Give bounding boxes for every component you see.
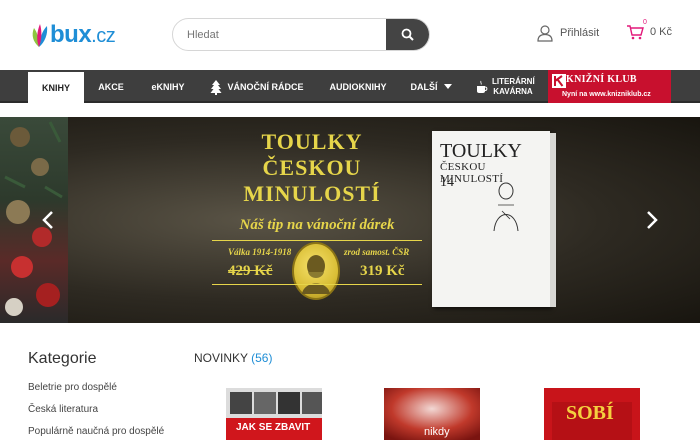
nav-item-label: DALŠÍ	[410, 81, 438, 92]
category-link[interactable]: Česká literatura	[28, 404, 98, 415]
book-cover-number: 14	[440, 175, 454, 190]
nav-item-label: AUDIOKNIHY	[329, 81, 387, 92]
category-link[interactable]: Beletrie pro dospělé	[28, 382, 117, 393]
nav-item-label: VÁNOČNÍ RÁDCE	[227, 81, 304, 92]
banner-tip: Náš tip na vánoční dárek	[239, 217, 395, 233]
nav-item-vanocni-radce[interactable]: VÁNOČNÍ RÁDCE	[206, 70, 308, 103]
product-card[interactable]: SOBÍ	[544, 388, 640, 440]
product-cover-text: nikdy	[424, 426, 450, 438]
banner-left-caption: Válka 1914-1918	[228, 247, 292, 257]
nav-item-label: LITERÁRNÍ KAVÁRNA	[492, 76, 535, 96]
product-cover-text: SOBÍ	[566, 402, 614, 424]
category-link[interactable]: Populárně naučná pro dospělé	[28, 426, 164, 437]
cart-count-badge: 0	[643, 19, 647, 26]
site-header: bux.cz Přihlásit 0 0 Kč	[0, 0, 700, 70]
search-box	[172, 18, 430, 51]
christmas-tree-icon	[210, 79, 222, 95]
product-cover-text: JAK SE ZBAVIT	[236, 422, 311, 433]
nav-item-eknihy[interactable]: eKNIHY	[140, 70, 196, 103]
portrait-medal	[292, 242, 340, 300]
banner-title-line: TOULKY	[261, 129, 363, 154]
banner-prev-button[interactable]	[38, 205, 58, 235]
login-link[interactable]: Přihlásit	[536, 24, 599, 42]
categories-title: Kategorie	[28, 350, 97, 367]
banner-divider-bottom	[212, 284, 422, 285]
knizni-klub-title: KNIŽNÍ KLUB	[566, 74, 637, 85]
old-price: 429 Kč	[228, 263, 273, 279]
nav-item-label: eKNIHY	[151, 81, 185, 92]
portrait-image	[302, 255, 330, 294]
search-input[interactable]	[173, 19, 387, 50]
knizni-klub-link[interactable]: KNIŽNÍ KLUB Nyní na www.knizniklub.cz	[548, 70, 671, 103]
caret-down-icon	[443, 83, 452, 89]
chevron-left-icon	[42, 211, 53, 229]
hero-banner[interactable]: TOULKY ČESKOU MINULOSTÍ Náš tip na vánoč…	[0, 117, 700, 323]
news-title: NOVINKY	[194, 351, 248, 365]
product-card[interactable]: nikdy	[384, 388, 480, 440]
nav-item-dalsi[interactable]: DALŠÍ	[404, 70, 458, 103]
cart-link[interactable]: 0 0 Kč	[626, 19, 673, 40]
site-logo[interactable]: bux.cz	[30, 20, 116, 50]
chevron-right-icon	[647, 211, 658, 229]
main-nav: KNIHY AKCE eKNIHY VÁNOČNÍ RÁDCE AUDIOKNI…	[0, 70, 700, 103]
knizni-klub-subtitle: Nyní na www.knizniklub.cz	[562, 91, 651, 98]
logo-tld: .cz	[91, 25, 116, 47]
cart-total: 0 Kč	[650, 26, 673, 38]
banner-next-button[interactable]	[642, 205, 662, 235]
nav-item-label: AKCE	[98, 81, 124, 92]
book-spine	[550, 133, 556, 307]
search-icon	[401, 28, 414, 41]
banner-divider	[212, 240, 422, 241]
book-cover-illustration	[493, 182, 519, 232]
coffee-cup-icon	[477, 80, 488, 93]
nav-item-akce[interactable]: AKCE	[88, 70, 134, 103]
book-cover[interactable]: TOULKY ČESKOU MINULOSTÍ 14	[432, 131, 556, 307]
banner-title-line: ČESKOU	[262, 155, 362, 180]
nav-item-label: KNIHY	[41, 82, 70, 93]
banner-title-line: MINULOSTÍ	[243, 181, 381, 206]
user-icon	[537, 25, 553, 42]
banner-title: TOULKY ČESKOU MINULOSTÍ	[212, 129, 412, 207]
leaf-logo-icon	[32, 24, 48, 47]
nav-item-knihy[interactable]: KNIHY	[28, 72, 84, 103]
knizni-klub-logo-icon	[552, 74, 566, 88]
book-cover-title: TOULKY	[440, 140, 522, 162]
news-count: (56)	[251, 351, 273, 365]
login-label: Přihlásit	[560, 27, 600, 39]
nav-item-audioknihy[interactable]: AUDIOKNIHY	[322, 70, 394, 103]
new-price: 319 Kč	[360, 263, 405, 279]
banner-right-caption: zrod samost. ČSR	[344, 247, 410, 257]
nav-item-literarni-kavarna[interactable]: LITERÁRNÍ KAVÁRNA	[470, 70, 540, 103]
news-section-title: NOVINKY (56)	[194, 351, 272, 365]
search-button[interactable]	[386, 19, 429, 50]
cart-icon	[627, 25, 644, 40]
logo-text: bux.cz	[50, 21, 116, 48]
product-card[interactable]: JAK SE ZBAVIT	[226, 388, 322, 440]
